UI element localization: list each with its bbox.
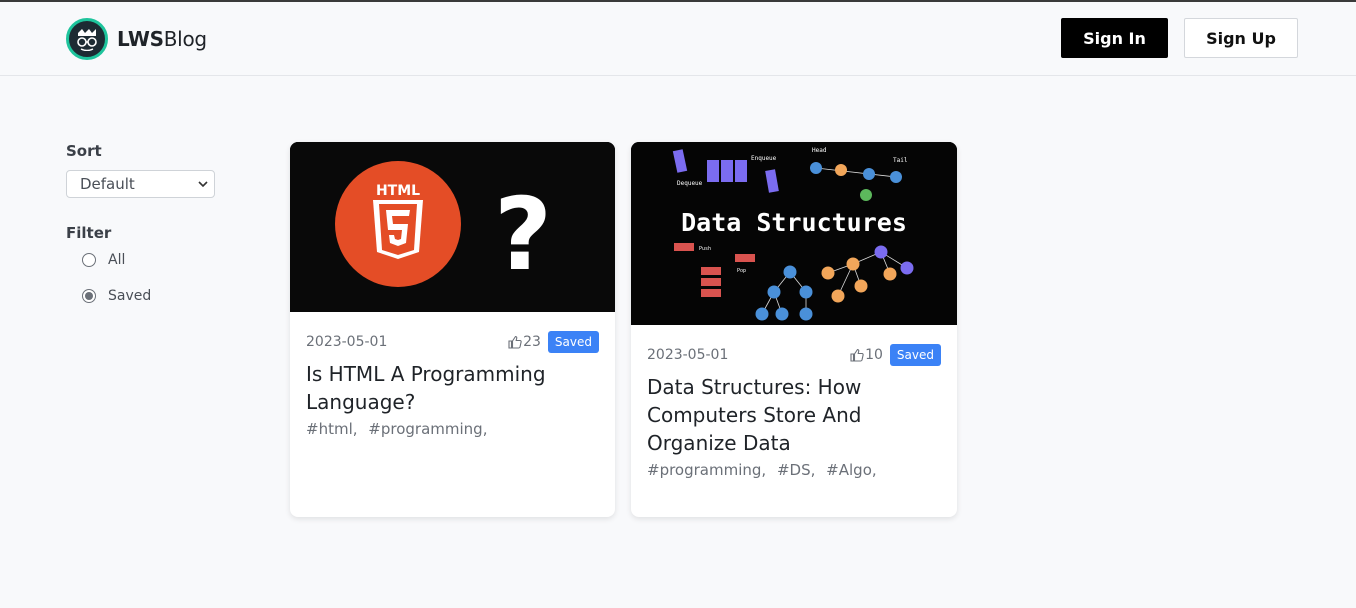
tag-html[interactable]: #html,	[306, 420, 358, 438]
radio-all[interactable]	[82, 253, 96, 267]
brand-name: LWSBlog	[117, 27, 207, 51]
thumb-label-tail: Tail	[893, 157, 908, 164]
post-date: 2023-05-01	[647, 347, 729, 363]
sort-select-value: Default	[80, 175, 135, 193]
thumb-title: Data Structures	[681, 208, 907, 237]
thumb-label-pop: Pop	[737, 268, 746, 274]
post-meta: 2023-05-01 23 Saved	[306, 330, 599, 354]
post-meta-right: 23 Saved	[508, 330, 599, 354]
post-card-body: 2023-05-01 10 Saved Data Structures: How…	[631, 325, 957, 479]
chevron-down-icon	[198, 181, 208, 188]
filter-option-all-label: All	[108, 252, 126, 268]
like-count: 10	[865, 346, 883, 363]
post-title[interactable]: Is HTML A Programming Language?	[306, 360, 599, 416]
sidebar: Sort Default Filter All Saved	[66, 142, 226, 314]
filter-option-saved-label: Saved	[108, 288, 152, 304]
post-tags: #html, #programming,	[306, 420, 599, 438]
post-thumbnail-html[interactable]: HTML ?	[290, 142, 615, 312]
thumb-label-head: Head	[812, 147, 827, 154]
post-thumbnail-data-structures[interactable]: Enqueue Dequeue Head Tail Data Structure…	[631, 142, 957, 325]
thumb-label-enqueue: Enqueue	[751, 155, 777, 162]
thumb-label-dequeue: Dequeue	[677, 180, 703, 187]
thumb-question-mark: ?	[494, 176, 552, 293]
brand-logo-icon	[66, 18, 108, 60]
saved-badge: Saved	[889, 343, 941, 367]
brand-name-regular: Blog	[163, 27, 207, 51]
thumb-label-push: Push	[699, 246, 711, 252]
sort-select[interactable]: Default	[66, 170, 215, 198]
post-card[interactable]: Enqueue Dequeue Head Tail Data Structure…	[631, 142, 957, 517]
sort-heading: Sort	[66, 142, 102, 160]
sign-up-button[interactable]: Sign Up	[1184, 18, 1298, 58]
filter-option-all[interactable]: All	[82, 242, 226, 278]
like-count: 23	[523, 333, 541, 350]
tag-programming[interactable]: #programming,	[368, 420, 487, 438]
like-button[interactable]: 23	[508, 334, 541, 350]
post-tags: #programming, #DS, #Algo,	[647, 461, 941, 479]
post-card[interactable]: HTML ? 2023-05-01 23 Saved Is HTML A Pro…	[290, 142, 615, 517]
thumb-html-text: HTML	[376, 183, 420, 199]
brand-name-bold: LWS	[117, 27, 164, 51]
post-title[interactable]: Data Structures: How Computers Store And…	[647, 373, 941, 457]
tag-ds[interactable]: #DS,	[777, 461, 815, 479]
sign-in-button[interactable]: Sign In	[1061, 18, 1168, 58]
filter-heading: Filter	[66, 224, 112, 242]
brand[interactable]: LWSBlog	[66, 18, 207, 60]
like-button[interactable]: 10	[850, 347, 883, 363]
tag-programming[interactable]: #programming,	[647, 461, 766, 479]
filter-option-saved[interactable]: Saved	[82, 278, 226, 314]
post-date: 2023-05-01	[306, 334, 388, 350]
post-meta: 2023-05-01 10 Saved	[647, 343, 941, 367]
thumbs-up-icon	[850, 348, 864, 362]
post-meta-right: 10 Saved	[850, 343, 941, 367]
thumbs-up-icon	[508, 335, 522, 349]
saved-badge: Saved	[547, 330, 599, 354]
tag-algo[interactable]: #Algo,	[826, 461, 876, 479]
radio-saved[interactable]	[82, 289, 96, 303]
navbar: LWSBlog Sign In Sign Up	[0, 2, 1356, 76]
post-card-body: 2023-05-01 23 Saved Is HTML A Programmin…	[290, 312, 615, 438]
